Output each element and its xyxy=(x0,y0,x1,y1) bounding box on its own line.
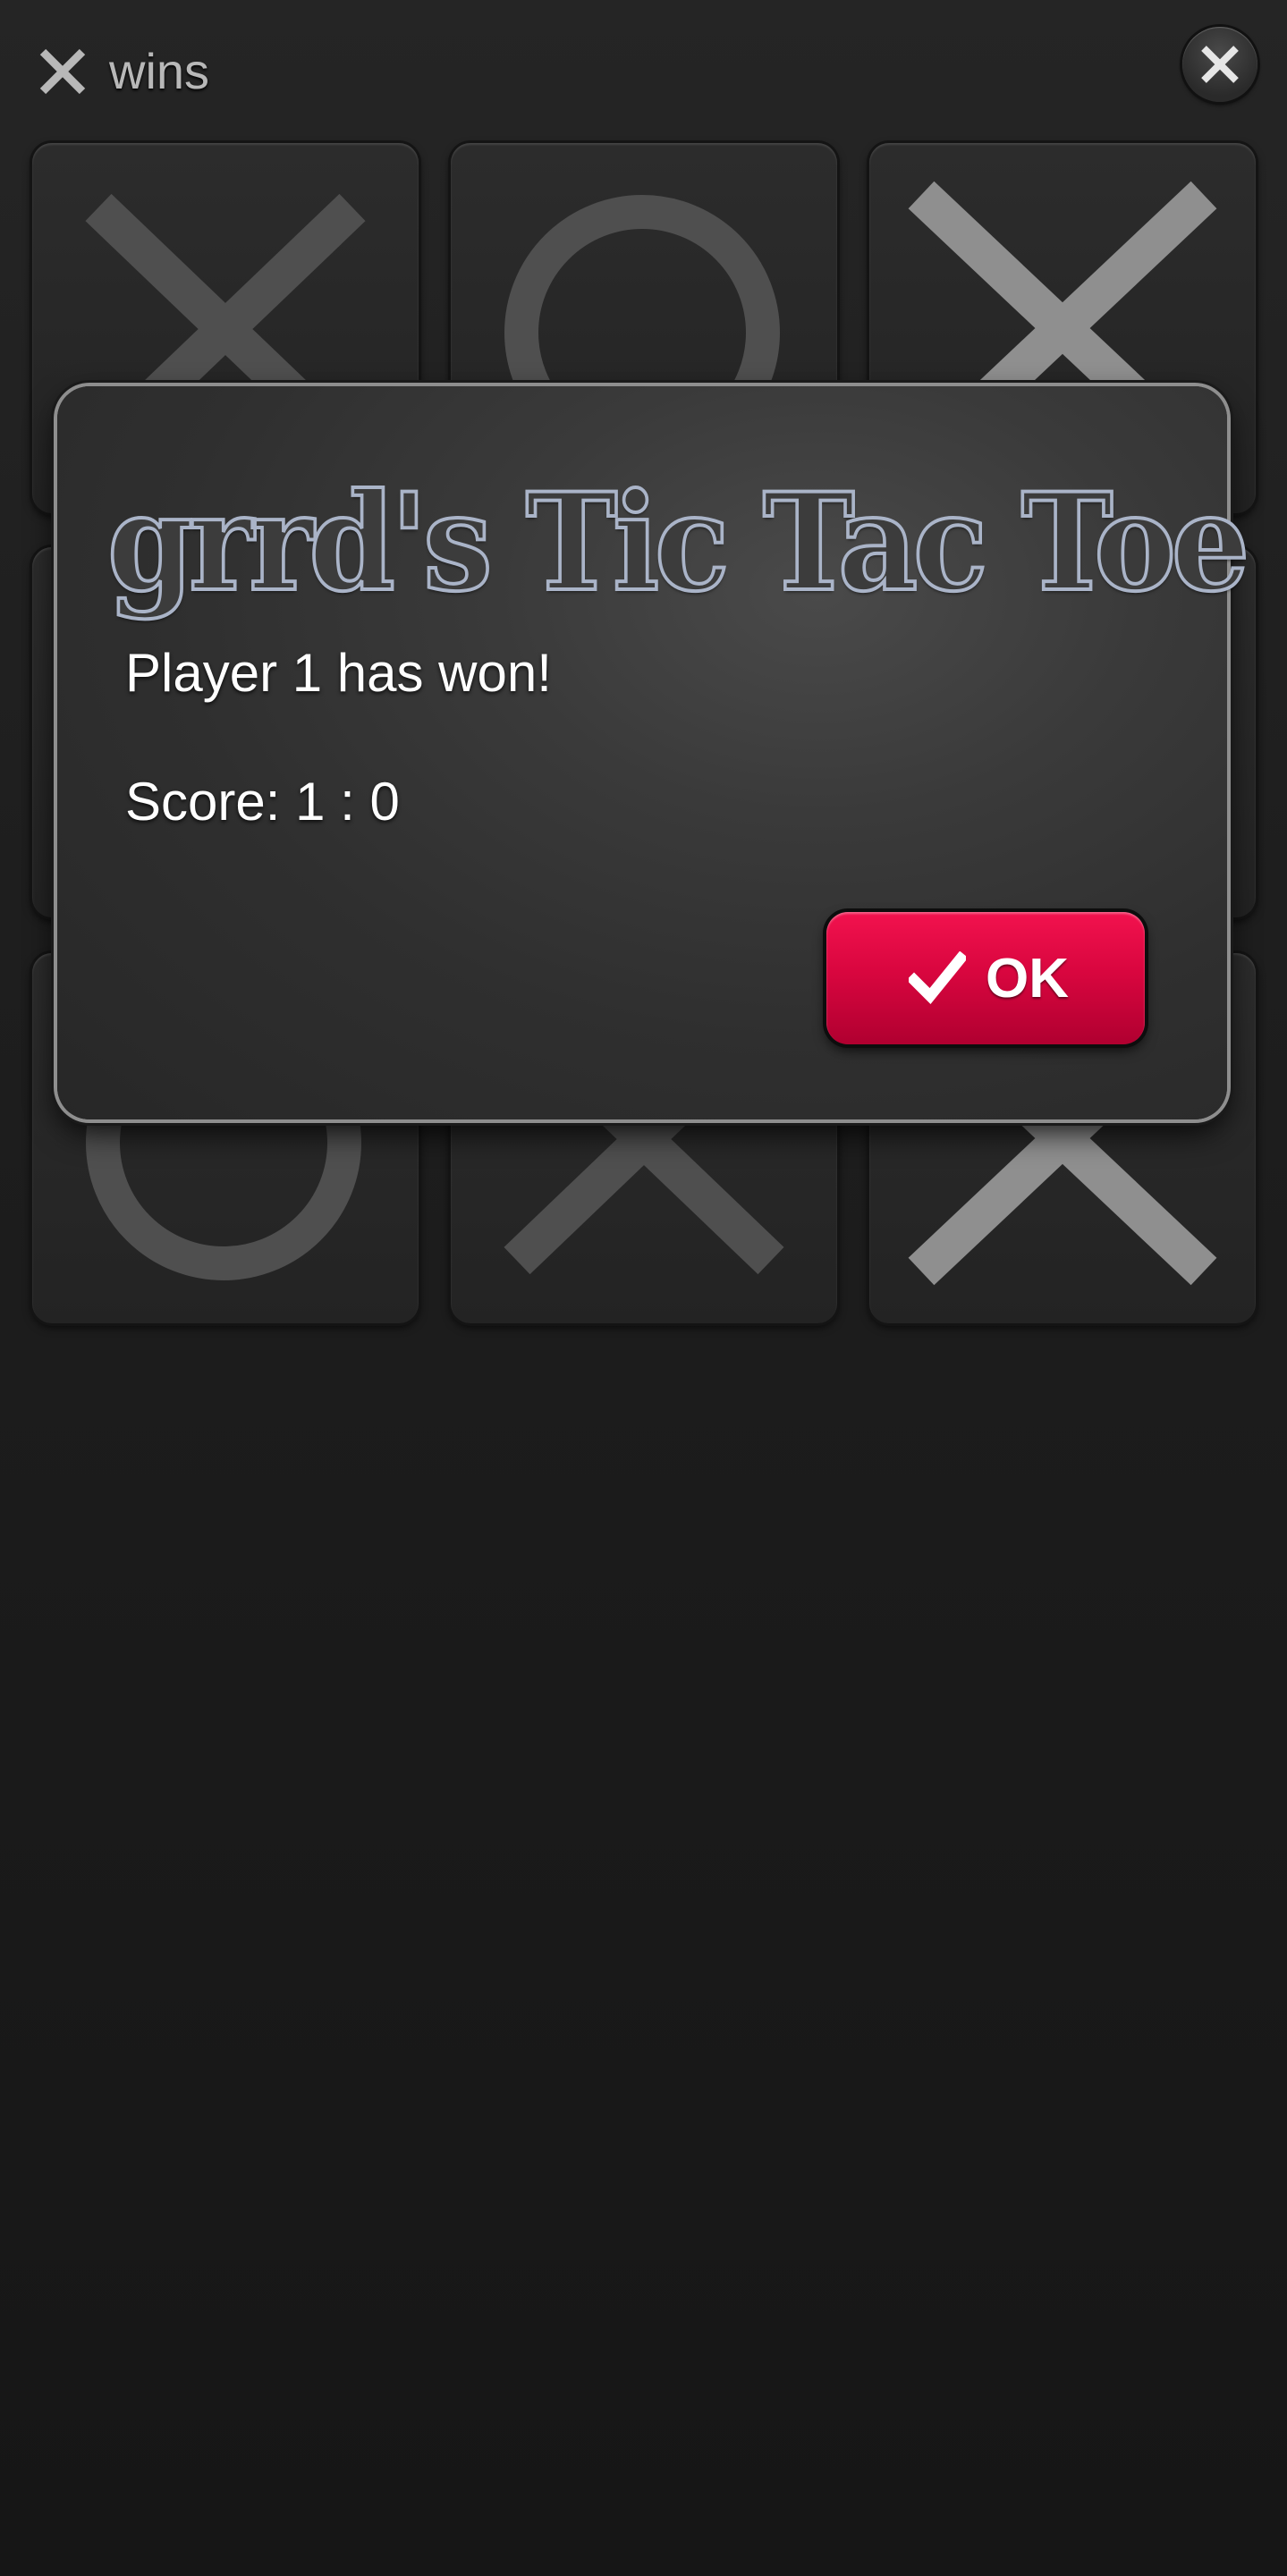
top-bar: wins xyxy=(0,0,1287,143)
status-text: wins xyxy=(109,43,210,99)
close-icon xyxy=(1201,46,1239,83)
winner-message: Player 1 has won! xyxy=(125,643,552,703)
close-button[interactable] xyxy=(1182,27,1257,102)
ok-button[interactable]: OK xyxy=(826,912,1145,1044)
checkmark-icon xyxy=(909,951,966,1004)
dialog-title: grrd's Tic Tac Toe xyxy=(106,462,1251,623)
ok-label: OK xyxy=(986,948,1069,1009)
winner-dialog: grrd's Tic Tac Toe Player 1 has won! Sco… xyxy=(57,386,1251,1119)
x-mark-icon xyxy=(39,48,86,95)
score-text: Score: 1 : 0 xyxy=(125,772,400,832)
